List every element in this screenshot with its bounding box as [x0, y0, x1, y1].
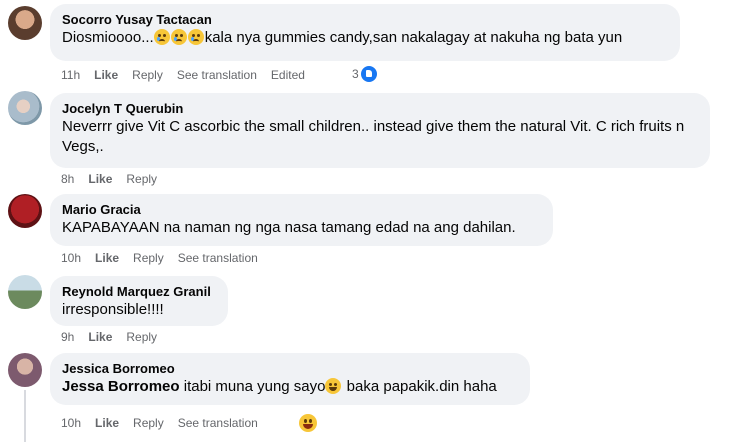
grinning-face-icon [325, 378, 342, 394]
comment-author[interactable]: Jessica Borromeo [62, 360, 518, 377]
avatar[interactable] [8, 194, 42, 228]
timestamp[interactable]: 10h [61, 415, 81, 431]
see-translation-link[interactable]: See translation [178, 415, 258, 431]
crying-face-icon [187, 29, 204, 45]
laughing-face-icon[interactable] [299, 414, 317, 432]
comment-bubble: Mario Gracia KAPABAYAAN na naman ng nga … [50, 194, 553, 246]
timestamp[interactable]: 10h [61, 250, 81, 266]
comment-bubble: Jocelyn T Querubin Neverrr give Vit C as… [50, 93, 710, 168]
edited-label[interactable]: Edited [271, 67, 305, 83]
comment-actions: 11h Like Reply See translation Edited [61, 67, 319, 83]
comment-author[interactable]: Reynold Marquez Granil [62, 283, 216, 300]
comment-actions: 9h Like Reply [61, 329, 171, 345]
like-button[interactable]: Like [88, 171, 112, 187]
comment-text: Neverrr give Vit C ascorbic the small ch… [62, 118, 685, 155]
reply-button[interactable]: Reply [133, 250, 164, 266]
reaction-count-value: 3 [352, 67, 359, 81]
reaction-count[interactable]: 3 [352, 65, 377, 83]
comment-author[interactable]: Jocelyn T Querubin [62, 100, 698, 117]
comment-author[interactable]: Socorro Yusay Tactacan [62, 11, 668, 28]
comment-actions: 8h Like Reply [61, 171, 171, 187]
comment-bubble: Jessica Borromeo Jessa Borromeo itabi mu… [50, 353, 530, 405]
like-button[interactable]: Like [94, 67, 118, 83]
reply-button[interactable]: Reply [126, 171, 157, 187]
thumbs-up-icon [360, 66, 377, 82]
comment-actions: 10h Like Reply See translation [61, 250, 272, 266]
timestamp[interactable]: 9h [61, 329, 74, 345]
comment-actions: 10h Like Reply See translation [61, 415, 272, 431]
comment-text: Diosmioooo... kala nya gummies candy,san … [62, 28, 668, 48]
comment-text-end: kala nya gummies candy,san nakalagay at … [204, 29, 623, 46]
reply-button[interactable]: Reply [133, 415, 164, 431]
avatar[interactable] [8, 353, 42, 387]
like-button[interactable]: Like [88, 329, 112, 345]
see-translation-link[interactable]: See translation [178, 250, 258, 266]
reply-button[interactable]: Reply [126, 329, 157, 345]
comment-text-start: Diosmioooo... [62, 29, 154, 46]
comment-text: Jessa Borromeo itabi muna yung sayo baka… [62, 377, 518, 397]
comment-text: KAPABAYAAN na naman ng nga nasa tamang e… [62, 219, 516, 236]
reply-button[interactable]: Reply [132, 67, 163, 83]
crying-face-icon [170, 29, 187, 45]
comment-bubble: Socorro Yusay Tactacan Diosmioooo... kala… [50, 4, 680, 61]
thread-line [24, 390, 26, 442]
avatar[interactable] [8, 275, 42, 309]
comment-author[interactable]: Mario Gracia [62, 201, 541, 218]
avatar[interactable] [8, 6, 42, 40]
like-button[interactable]: Like [95, 250, 119, 266]
like-button[interactable]: Like [95, 415, 119, 431]
comment-bubble: Reynold Marquez Granil irresponsible!!!! [50, 276, 228, 326]
mention-link[interactable]: Jessa Borromeo [62, 378, 180, 395]
see-translation-link[interactable]: See translation [177, 67, 257, 83]
comment-text: irresponsible!!!! [62, 301, 164, 318]
crying-face-icon [153, 29, 170, 45]
avatar[interactable] [8, 91, 42, 125]
comment-text-end: baka papakik.din haha [342, 378, 497, 395]
timestamp[interactable]: 8h [61, 171, 74, 187]
comment-text-start: itabi muna yung sayo [179, 378, 326, 395]
timestamp[interactable]: 11h [61, 67, 80, 83]
